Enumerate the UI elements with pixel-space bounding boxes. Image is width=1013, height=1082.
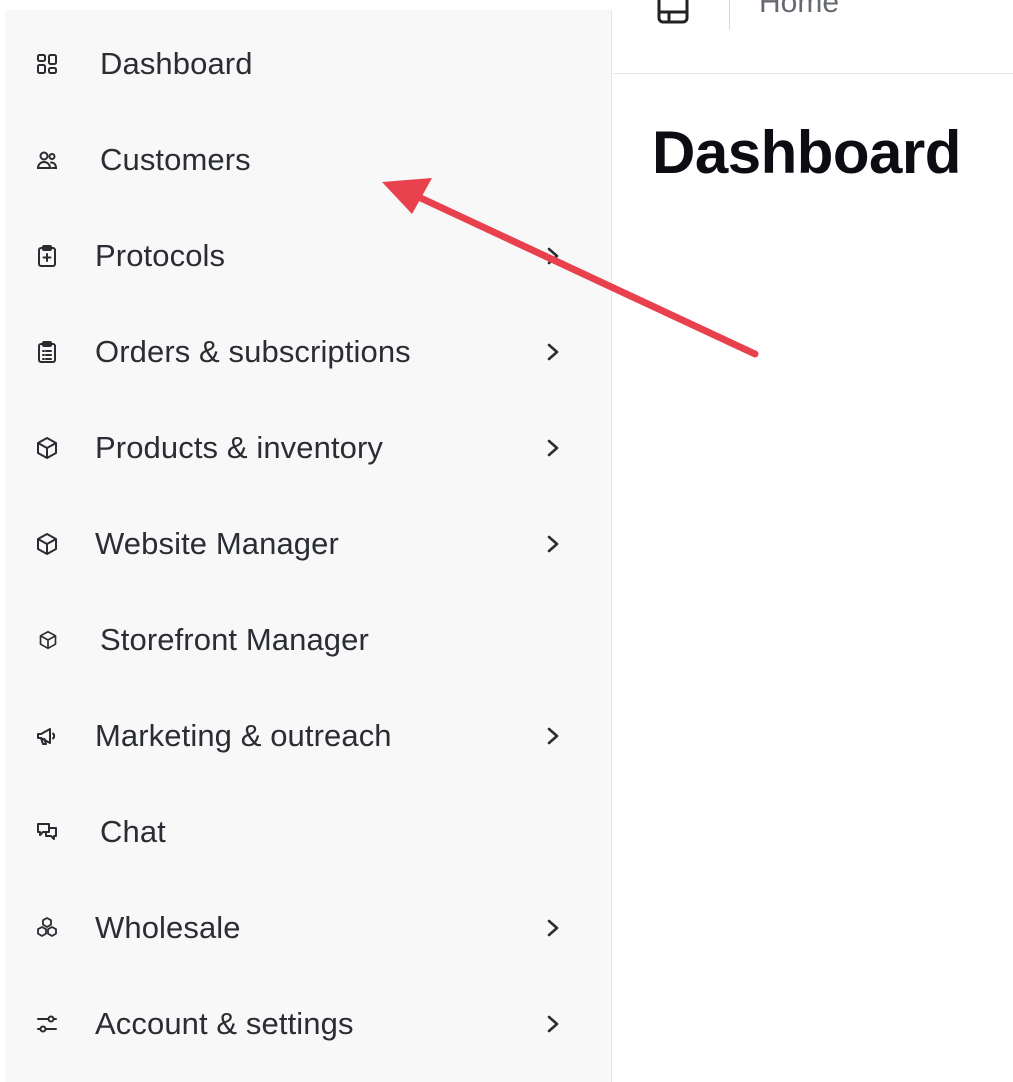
sidebar-item-account-settings[interactable]: Account & settings	[5, 994, 612, 1054]
clipboard-list-icon	[35, 340, 59, 364]
sidebar-item-chat[interactable]: Chat	[5, 802, 612, 862]
breadcrumb-home[interactable]: Home	[759, 0, 839, 20]
sidebar-item-customers[interactable]: Customers	[5, 130, 612, 190]
box-icon	[38, 630, 58, 650]
top-bar: Home	[613, 0, 1013, 74]
box-icon	[35, 532, 59, 556]
sidebar-item-wholesale[interactable]: Wholesale	[5, 898, 612, 958]
megaphone-icon	[35, 724, 59, 748]
clipboard-plus-icon	[35, 244, 59, 268]
sidebar-item-orders-subscriptions[interactable]: Orders & subscriptions	[5, 322, 612, 382]
box-icon	[35, 436, 59, 460]
chevron-right-icon	[542, 339, 564, 365]
chevron-right-icon	[542, 243, 564, 269]
sidebar-item-label: Account & settings	[95, 1006, 354, 1041]
boxes-stack-icon	[35, 916, 59, 940]
chevron-right-icon	[542, 531, 564, 557]
sidebar-item-label: Wholesale	[95, 910, 241, 945]
chevron-right-icon	[542, 723, 564, 749]
dashboard-grid-icon	[35, 52, 59, 76]
sidebar-item-website-manager[interactable]: Website Manager	[5, 514, 612, 574]
chat-bubbles-icon	[35, 820, 59, 844]
sidebar-toggle-icon[interactable]	[655, 0, 691, 26]
sidebar-item-label: Chat	[100, 814, 166, 849]
sliders-icon	[35, 1012, 59, 1036]
sidebar-item-label: Dashboard	[100, 46, 253, 81]
sidebar-item-label: Website Manager	[95, 526, 339, 561]
chevron-right-icon	[542, 1011, 564, 1037]
chevron-right-icon	[542, 435, 564, 461]
breadcrumb-divider	[729, 0, 730, 30]
sidebar-item-label: Customers	[100, 142, 251, 177]
sidebar-item-label: Storefront Manager	[100, 622, 369, 657]
sidebar-item-products-inventory[interactable]: Products & inventory	[5, 418, 612, 478]
users-icon	[35, 148, 59, 172]
page-title: Dashboard	[652, 119, 961, 186]
sidebar-item-label: Products & inventory	[95, 430, 384, 465]
sidebar-item-marketing-outreach[interactable]: Marketing & outreach	[5, 706, 612, 766]
sidebar-item-label: Protocols	[95, 238, 226, 273]
chevron-right-icon	[542, 915, 564, 941]
sidebar-item-label: Marketing & outreach	[95, 718, 392, 753]
sidebar: Dashboard Customers Protocols Orders & s…	[5, 10, 612, 1082]
sidebar-item-dashboard[interactable]: Dashboard	[5, 34, 612, 94]
sidebar-item-protocols[interactable]: Protocols	[5, 226, 612, 286]
sidebar-item-label: Orders & subscriptions	[95, 334, 411, 369]
sidebar-item-storefront-manager[interactable]: Storefront Manager	[5, 610, 612, 670]
